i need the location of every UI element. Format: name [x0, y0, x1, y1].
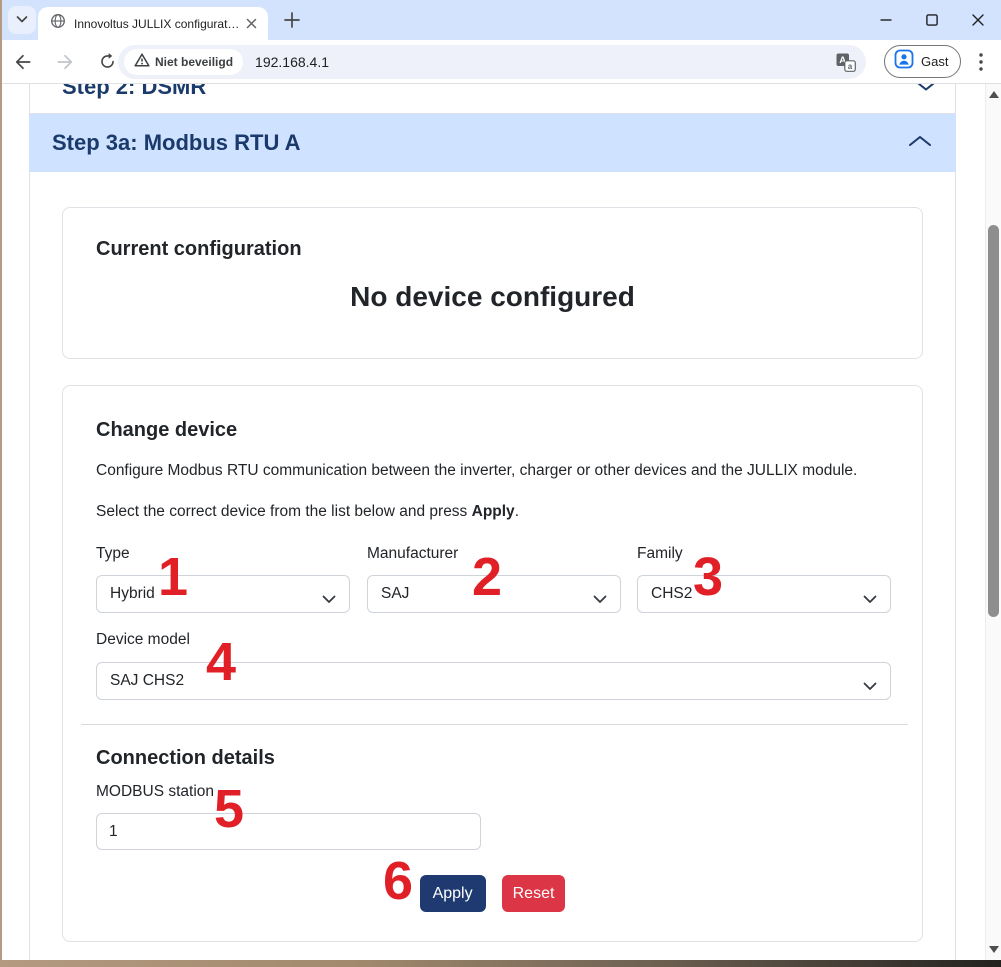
accordion-step3-header[interactable]: Step 3a: Modbus RTU A	[29, 113, 956, 172]
change-device-title: Change device	[96, 419, 238, 441]
type-label: Type	[96, 545, 130, 562]
browser-toolbar: Niet beveiligd 192.168.4.1 A a Gast	[2, 40, 1001, 84]
chevron-down-icon	[863, 591, 877, 609]
device-status-text: No device configured	[350, 281, 635, 312]
modbus-station-input[interactable]	[96, 813, 481, 850]
current-configuration-card: Current configuration No device configur…	[62, 207, 923, 359]
device-model-select[interactable]: SAJ CHS2	[96, 662, 891, 700]
chevron-down-icon	[914, 84, 938, 96]
maximize-button[interactable]	[909, 1, 955, 39]
form-actions: Apply Reset	[63, 875, 922, 912]
back-button[interactable]	[6, 45, 40, 79]
address-bar[interactable]: Niet beveiligd 192.168.4.1 A a	[118, 45, 866, 79]
current-configuration-title: Current configuration	[96, 238, 302, 260]
family-select[interactable]: CHS2	[637, 575, 891, 613]
device-model-label: Device model	[96, 631, 190, 648]
person-icon	[894, 49, 914, 74]
translate-icon[interactable]: A a	[836, 52, 856, 72]
minimize-button[interactable]	[863, 1, 909, 39]
chevron-down-icon	[593, 591, 607, 609]
accordion-step2-header[interactable]: Step 2: DSMR	[62, 84, 206, 100]
reset-button[interactable]: Reset	[501, 875, 566, 912]
chevron-down-icon	[16, 11, 28, 29]
scrollbar-thumb[interactable]	[988, 225, 999, 617]
divider	[81, 724, 908, 725]
close-button[interactable]	[955, 1, 1001, 39]
connection-details-title: Connection details	[96, 747, 275, 769]
scroll-up-arrow-icon[interactable]	[989, 91, 999, 98]
chevron-down-icon	[322, 591, 336, 609]
window-controls	[863, 0, 1001, 40]
browser-window: Innovoltus JULLIX configuration Niet bev…	[2, 0, 1001, 960]
family-label: Family	[637, 545, 683, 562]
new-tab-button[interactable]	[283, 11, 301, 29]
tab-title: Innovoltus JULLIX configuration	[74, 16, 242, 31]
security-chip[interactable]: Niet beveiligd	[124, 49, 244, 75]
type-select[interactable]: Hybrid	[96, 575, 350, 613]
step3-title: Step 3a: Modbus RTU A	[52, 130, 301, 155]
page-scrollbar[interactable]	[985, 84, 1001, 960]
warning-icon	[134, 52, 150, 73]
manufacturer-select[interactable]: SAJ	[367, 575, 621, 613]
change-device-card: Change device Configure Modbus RTU commu…	[62, 385, 923, 942]
browser-tab[interactable]: Innovoltus JULLIX configuration	[38, 7, 268, 40]
apply-button[interactable]: Apply	[419, 875, 486, 912]
manufacturer-label: Manufacturer	[367, 545, 459, 562]
change-device-instruction: Select the correct device from the list …	[96, 503, 519, 520]
page-content: Step 2: DSMR Step 3a: Modbus RTU A Curre…	[2, 84, 1001, 960]
menu-kebab-icon[interactable]	[970, 51, 992, 73]
tab-strip: Innovoltus JULLIX configuration	[2, 0, 1001, 40]
globe-icon	[50, 13, 66, 34]
url-text: 192.168.4.1	[255, 54, 329, 70]
security-chip-label: Niet beveiligd	[155, 55, 234, 69]
tab-close-icon[interactable]	[242, 15, 260, 33]
chevron-up-icon	[908, 134, 932, 152]
svg-text:a: a	[848, 62, 853, 71]
desktop-background: Innovoltus JULLIX configuration Niet bev…	[0, 0, 1001, 967]
step2-title: Step 2: DSMR	[62, 84, 207, 99]
modbus-station-label: MODBUS station	[96, 783, 215, 800]
profile-button[interactable]: Gast	[884, 45, 962, 78]
change-device-description: Configure Modbus RTU communication betwe…	[96, 462, 858, 479]
tab-search-button[interactable]	[8, 6, 36, 34]
scroll-down-arrow-icon[interactable]	[989, 946, 999, 953]
forward-button[interactable]	[48, 45, 82, 79]
chevron-down-icon	[863, 678, 877, 696]
profile-label: Gast	[921, 54, 949, 69]
